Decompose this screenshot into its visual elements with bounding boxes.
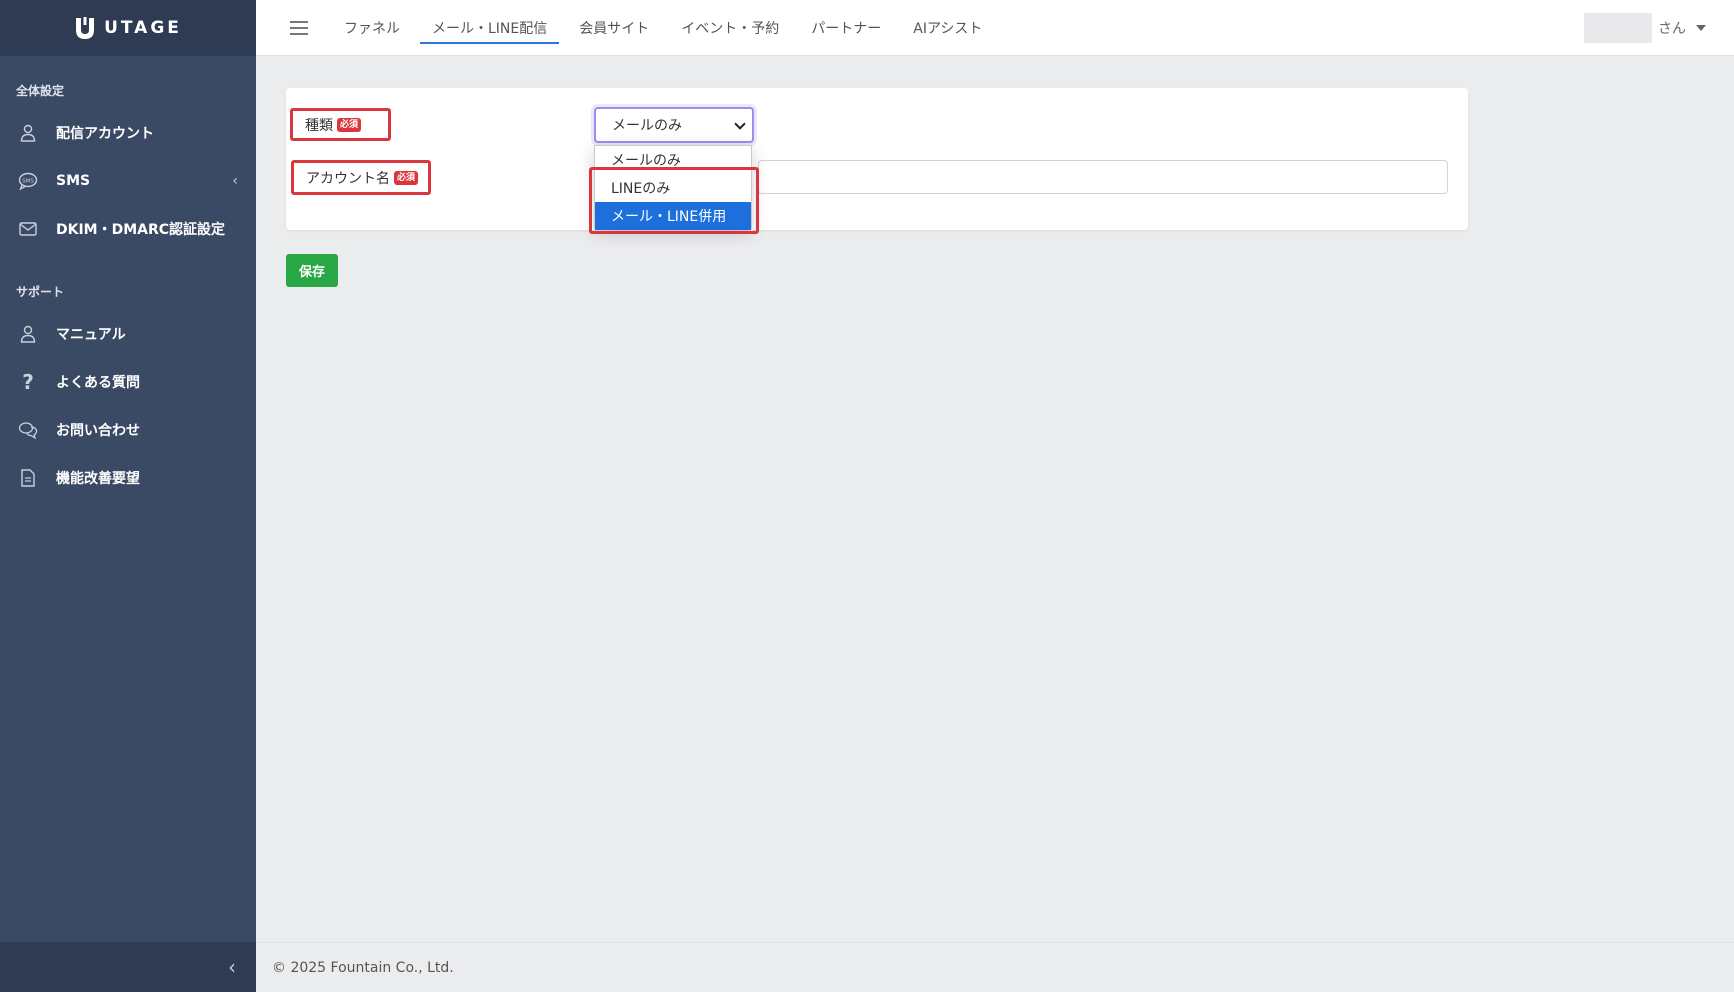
section-title-general: 全体設定 [16,84,65,98]
account-form-card [286,88,1468,230]
tab-mail-line[interactable]: メール・LINE配信 [420,0,560,56]
tab-ai-assist[interactable]: AIアシスト [901,0,994,56]
question-icon: ? [22,370,34,394]
user-menu[interactable]: さん [1584,13,1706,43]
sidebar-item-label: 配信アカウント [56,126,154,142]
brand[interactable]: UTAGE [0,0,256,56]
sidebar-item-label: 機能改善要望 [56,471,140,487]
type-select-value: メールのみ [612,118,682,134]
sidebar: UTAGE 全体設定 配信アカウント SMS SMS ‹ DKIM・DMARC認… [0,0,256,992]
save-button[interactable]: 保存 [286,254,338,287]
user-name-redacted [1584,13,1652,43]
sms-bubble-icon: SMS [18,171,38,191]
hamburger-menu-icon[interactable] [290,20,308,35]
required-badge: 必須 [337,117,362,132]
tab-partner[interactable]: パートナー [799,0,893,56]
account-name-label: アカウント名 必須 [291,160,431,195]
tab-event-reservation[interactable]: イベント・予約 [669,0,791,56]
sidebar-item-contact[interactable]: お問い合わせ [0,406,256,454]
tab-funnel[interactable]: ファネル [332,0,412,56]
brand-name: UTAGE [104,18,182,38]
sidebar-item-sms[interactable]: SMS SMS ‹ [0,157,256,205]
user-icon [18,324,38,344]
option-mail-line-combined[interactable]: メール・LINE併用 [595,202,751,230]
sidebar-item-manual[interactable]: マニュアル [0,310,256,358]
type-select-dropdown: メールのみ LINEのみ メール・LINE併用 [594,145,752,230]
top-navbar: ファネル メール・LINE配信 会員サイト イベント・予約 パートナー AIアシ… [256,0,1734,56]
option-line-only[interactable]: LINEのみ [595,174,751,202]
account-name-input[interactable] [758,160,1448,194]
sidebar-item-label: DKIM・DMARC認証設定 [56,222,226,238]
sidebar-item-label: よくある質問 [56,375,140,391]
tab-member-site[interactable]: 会員サイト [567,0,661,56]
type-label: 種類 必須 [290,108,391,141]
utage-logo-icon [76,17,95,39]
section-title-support: サポート [16,285,65,299]
caret-down-icon [1696,25,1706,31]
chevron-down-icon [734,118,746,130]
sidebar-item-label: SMS [56,173,91,189]
sidebar-collapse-button[interactable]: ‹ [0,942,256,992]
account-name-label-text: アカウント名 [306,170,390,187]
sidebar-item-faq[interactable]: ? よくある質問 [0,358,256,406]
svg-text:SMS: SMS [22,179,34,185]
option-mail-only[interactable]: メールのみ [595,146,751,174]
page-footer: © 2025 Fountain Co., Ltd. [256,942,1734,992]
type-select[interactable]: メールのみ [594,107,754,143]
sidebar-item-label: お問い合わせ [56,423,140,439]
user-icon [18,123,38,143]
chat-icon [18,420,38,440]
user-suffix: さん [1658,21,1686,37]
sidebar-item-dkim-dmarc[interactable]: DKIM・DMARC認証設定 [0,205,256,253]
required-badge: 必須 [394,170,419,185]
envelope-icon [18,219,38,239]
type-label-text: 種類 [305,117,333,134]
document-icon [18,468,38,488]
copyright-text: © 2025 Fountain Co., Ltd. [272,959,454,976]
sidebar-item-label: マニュアル [56,327,126,343]
chevron-left-icon: ‹ [228,955,236,979]
sidebar-item-feature-request[interactable]: 機能改善要望 [0,454,256,502]
chevron-left-icon: ‹ [232,173,238,189]
sidebar-item-delivery-account[interactable]: 配信アカウント [0,109,256,157]
